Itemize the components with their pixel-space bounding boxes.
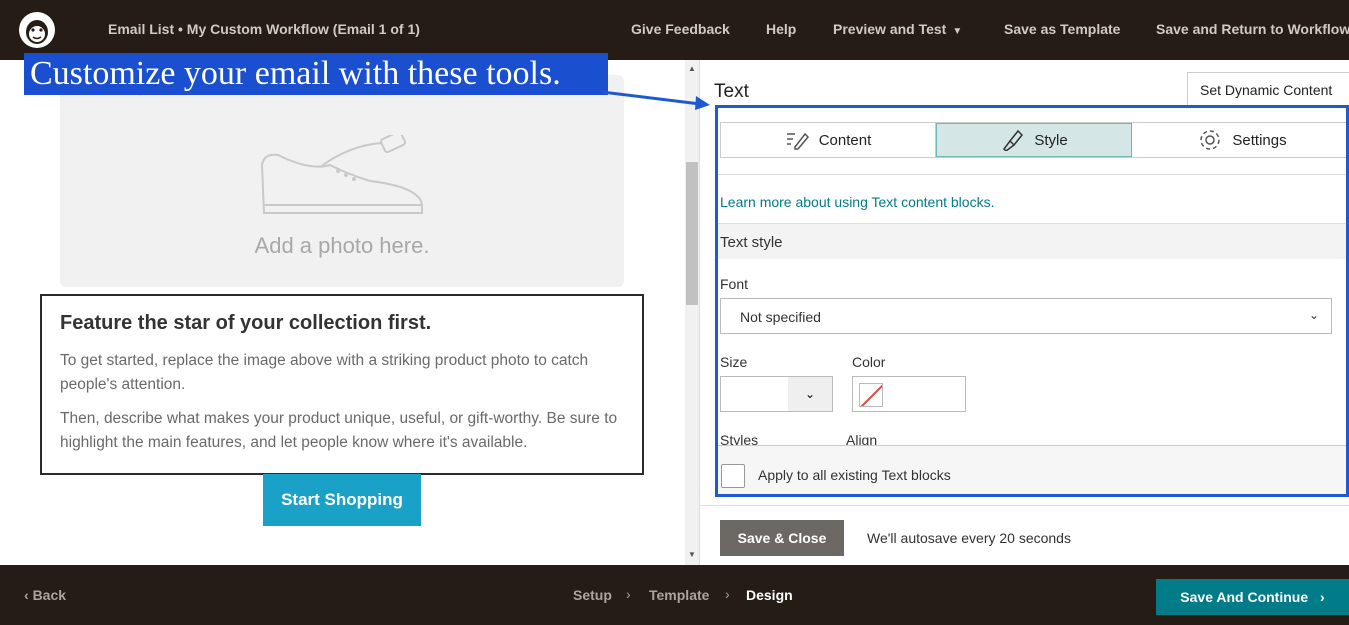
gear-icon bbox=[1200, 130, 1221, 150]
size-label: Size bbox=[720, 354, 748, 370]
tab-style-label: Style bbox=[1034, 131, 1068, 149]
chevron-right-icon: › bbox=[626, 586, 631, 602]
color-picker[interactable] bbox=[852, 376, 966, 412]
step-template[interactable]: Template bbox=[649, 587, 709, 603]
pencil-lines-icon bbox=[786, 132, 809, 150]
save-and-continue-label: Save And Continue bbox=[1180, 589, 1309, 605]
preview-test-menu[interactable]: Preview and Test ▼ bbox=[833, 21, 962, 37]
divider bbox=[718, 174, 1346, 175]
font-value: Not specified bbox=[740, 309, 821, 325]
campaign-title: Email List • My Custom Workflow (Email 1… bbox=[108, 21, 420, 37]
back-button[interactable]: ‹ Back bbox=[24, 587, 66, 603]
back-label: Back bbox=[32, 587, 67, 603]
text-paragraph-1: To get started, replace the image above … bbox=[60, 352, 589, 393]
save-and-continue-button[interactable]: Save And Continue › bbox=[1156, 579, 1349, 615]
help-link[interactable]: Help bbox=[766, 21, 796, 37]
no-color-swatch-icon bbox=[859, 383, 883, 407]
chevron-down-icon: ⌄ bbox=[788, 377, 832, 411]
autosave-note: We'll autosave every 20 seconds bbox=[867, 530, 1071, 546]
tutorial-callout: Customize your email with these tools. bbox=[24, 53, 608, 95]
tab-style[interactable]: Style bbox=[936, 123, 1132, 157]
block-editor-panel: Text Set Dynamic Content Content Style S… bbox=[699, 60, 1349, 565]
step-setup[interactable]: Setup bbox=[573, 587, 612, 603]
start-shopping-button[interactable]: Start Shopping bbox=[263, 474, 421, 526]
text-paragraph-2: Then, describe what makes your product u… bbox=[60, 410, 618, 451]
paint-brush-icon bbox=[1003, 129, 1024, 151]
save-close-button[interactable]: Save & Close bbox=[720, 520, 844, 556]
editor-tabs: Content Style Settings bbox=[720, 122, 1346, 158]
mailchimp-logo-icon[interactable] bbox=[18, 11, 56, 49]
preview-scrollbar[interactable] bbox=[685, 60, 699, 565]
text-block[interactable]: Feature the star of your collection firs… bbox=[40, 294, 644, 475]
step-design[interactable]: Design bbox=[746, 587, 793, 603]
save-return-workflow-link[interactable]: Save and Return to Workflow bbox=[1156, 21, 1349, 37]
save-footer: Save & Close We'll autosave every 20 sec… bbox=[700, 505, 1349, 565]
shoe-icon bbox=[260, 135, 423, 214]
color-label: Color bbox=[852, 354, 886, 370]
tab-settings-label: Settings bbox=[1232, 131, 1287, 149]
apply-all-label[interactable]: Apply to all existing Text blocks bbox=[758, 467, 951, 483]
chevron-right-icon: › bbox=[1320, 589, 1325, 605]
tab-content[interactable]: Content bbox=[721, 123, 936, 157]
apply-all-checkbox[interactable] bbox=[721, 464, 745, 488]
tab-content-label: Content bbox=[818, 131, 872, 149]
set-dynamic-content-button[interactable]: Set Dynamic Content bbox=[1187, 72, 1349, 108]
chevron-right-icon: › bbox=[725, 586, 730, 602]
top-bar: Email List • My Custom Workflow (Email 1… bbox=[0, 0, 1349, 60]
chevron-down-icon: ▼ bbox=[952, 26, 963, 37]
apply-all-row: Apply to all existing Text blocks bbox=[718, 445, 1346, 494]
highlight-box: Content Style Settings Learn more about … bbox=[715, 105, 1349, 497]
save-as-template-link[interactable]: Save as Template bbox=[1004, 21, 1120, 37]
give-feedback-link[interactable]: Give Feedback bbox=[631, 21, 730, 37]
panel-title: Text bbox=[714, 81, 749, 102]
font-label: Font bbox=[720, 276, 749, 292]
learn-more-link[interactable]: Learn more about using Text content bloc… bbox=[720, 194, 994, 210]
email-preview: Add a photo here. Feature the star of yo… bbox=[0, 60, 685, 565]
tab-settings[interactable]: Settings bbox=[1132, 123, 1346, 157]
text-style-section-header[interactable]: Text style bbox=[718, 223, 1346, 259]
text-style-heading: Text style bbox=[720, 234, 783, 251]
scroll-down-icon[interactable]: ▼ bbox=[688, 550, 696, 559]
photo-placeholder-text: Add a photo here. bbox=[254, 233, 430, 258]
chevron-down-icon: ⌄ bbox=[1308, 308, 1319, 322]
callout-arrow-icon bbox=[601, 90, 710, 110]
chevron-left-icon: ‹ bbox=[24, 587, 29, 603]
image-placeholder[interactable]: Add a photo here. bbox=[60, 75, 624, 287]
scrollbar-thumb[interactable] bbox=[686, 162, 698, 305]
preview-test-label: Preview and Test bbox=[833, 21, 947, 37]
size-select[interactable]: ⌄ bbox=[720, 376, 833, 412]
text-heading: Feature the star of your collection firs… bbox=[60, 312, 432, 334]
bottom-bar: ‹ Back Setup › Template › Design Save An… bbox=[0, 565, 1349, 625]
font-select[interactable]: Not specified ⌄ bbox=[720, 298, 1332, 334]
scroll-up-icon[interactable]: ▲ bbox=[688, 64, 696, 73]
